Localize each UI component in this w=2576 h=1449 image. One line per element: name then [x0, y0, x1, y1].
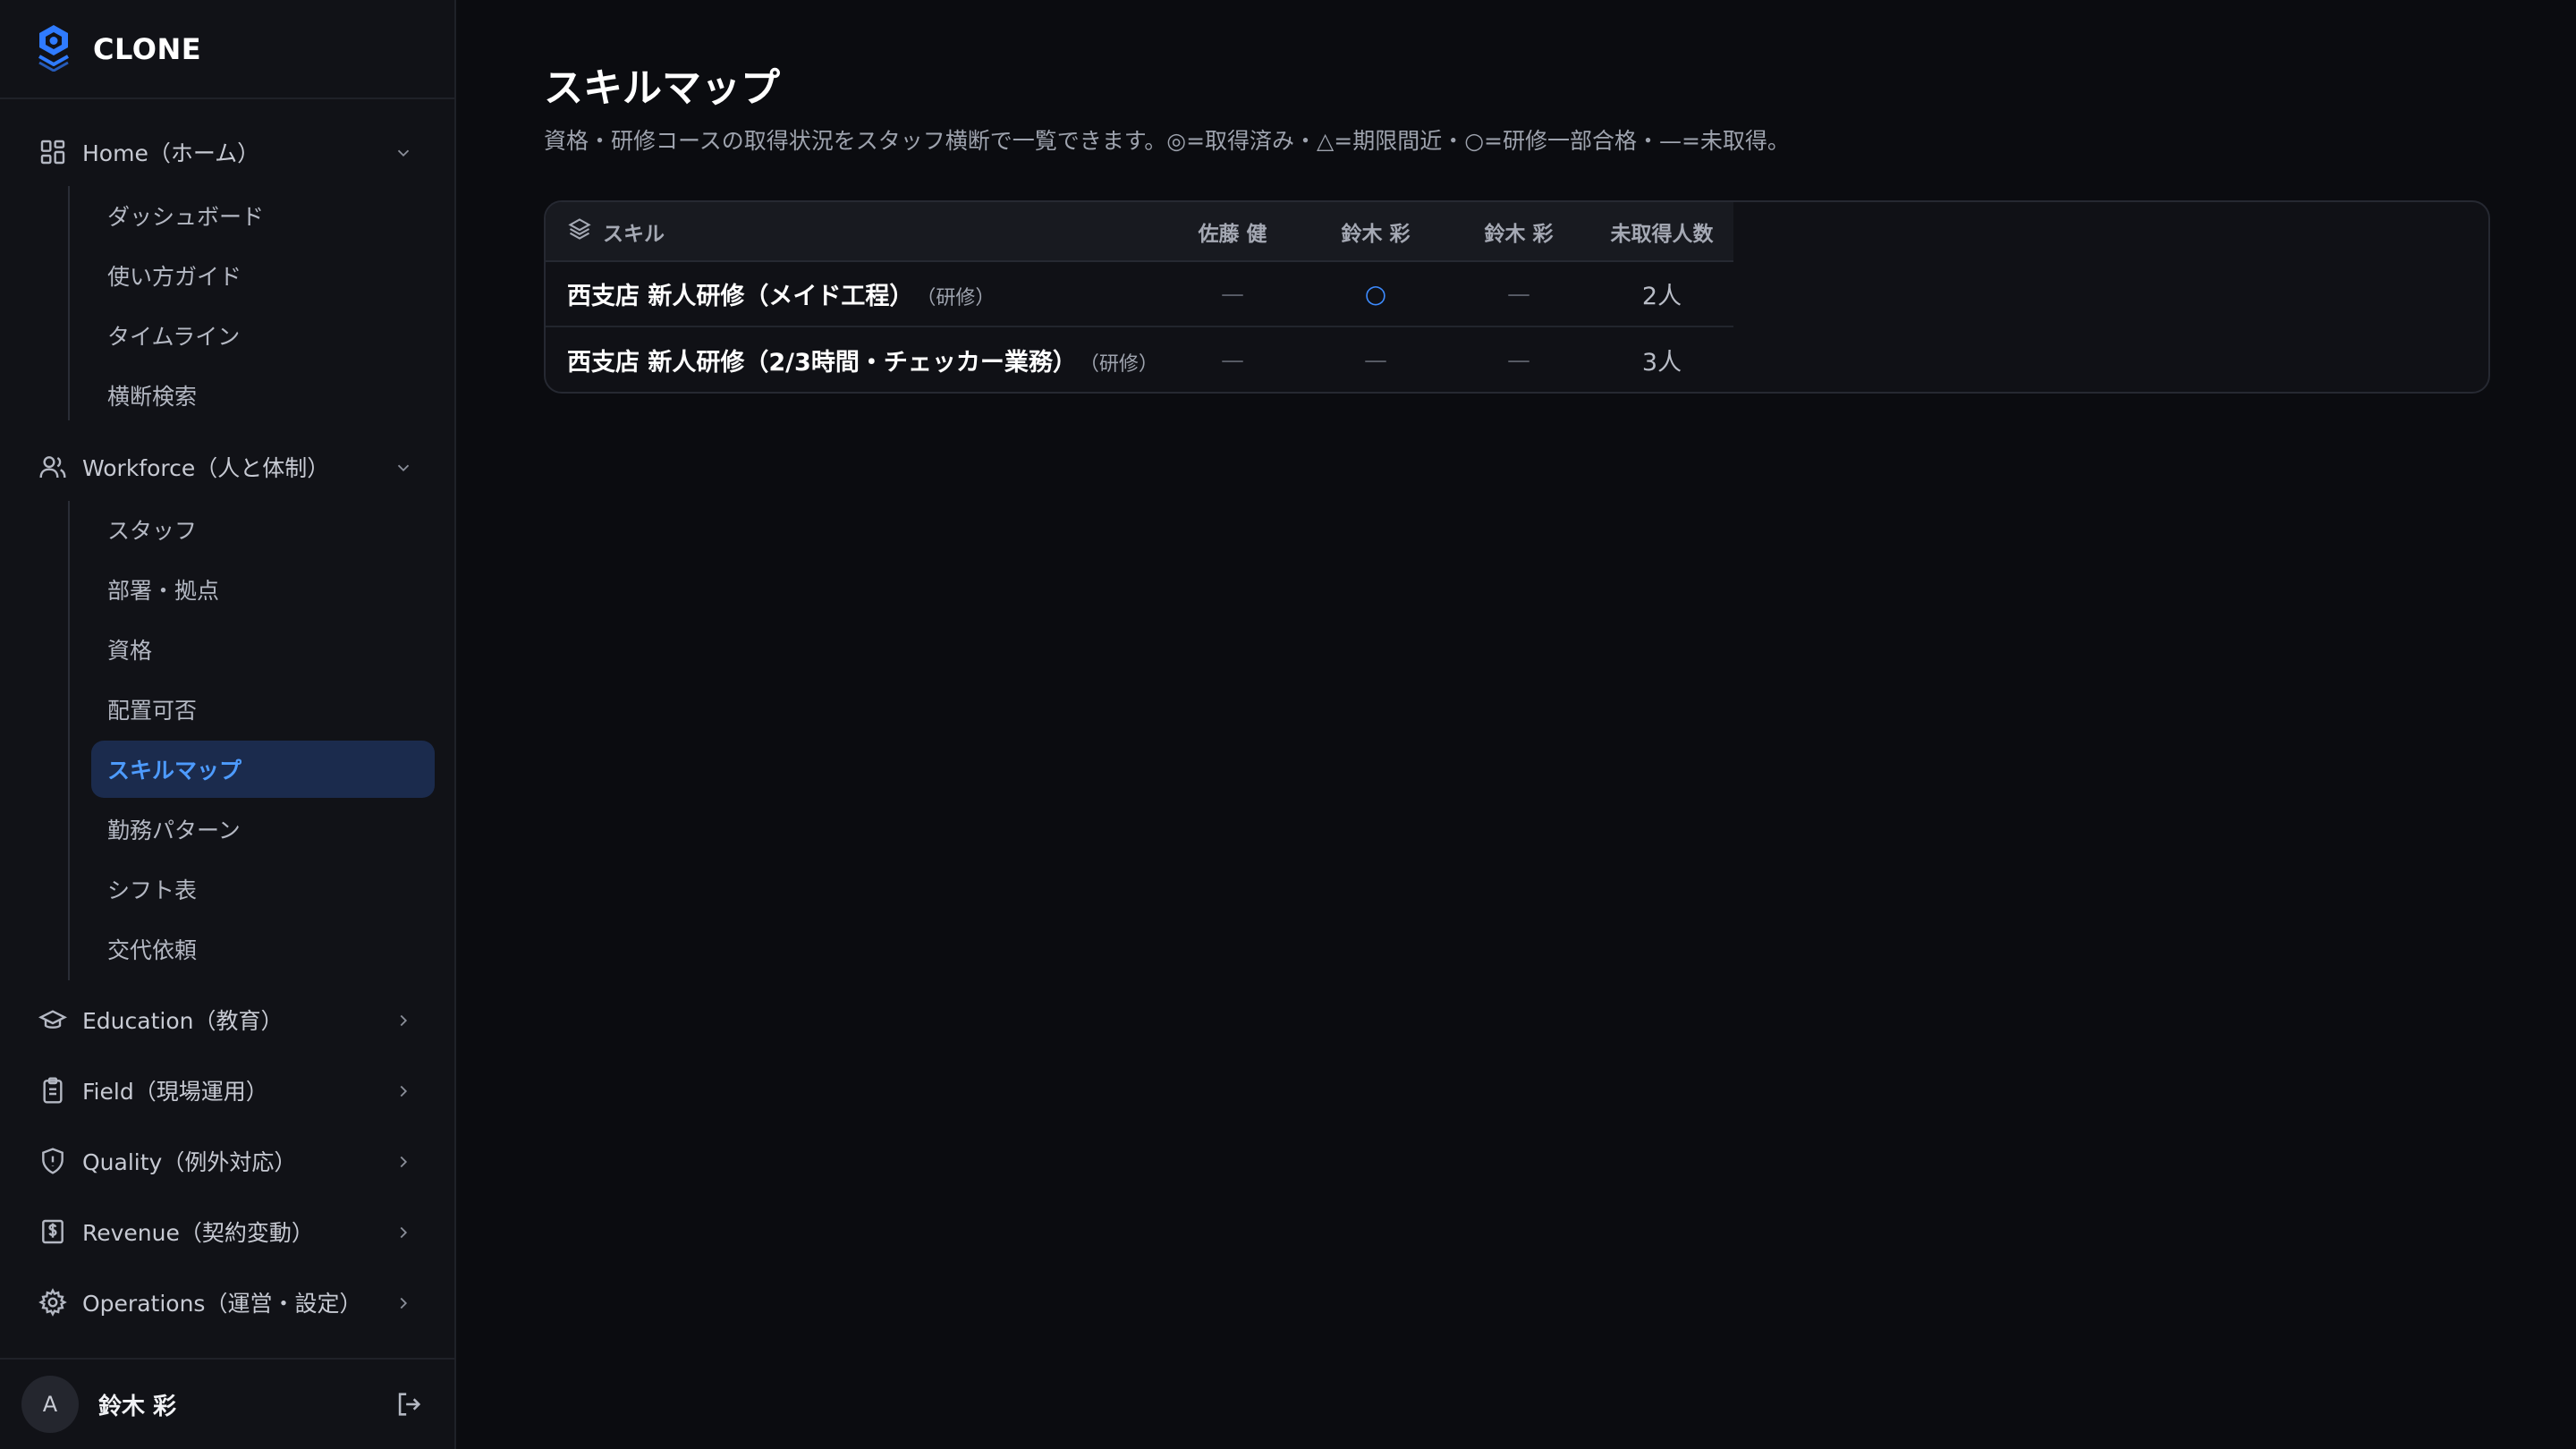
- status-cell: —: [1304, 326, 1447, 392]
- sidebar-item-shift-table[interactable]: シフト表: [91, 860, 435, 918]
- sidebar-item-work-patterns[interactable]: 勤務パターン: [91, 801, 435, 858]
- nav-group-label: Operations（運営・設定）: [82, 1291, 362, 1317]
- status-cell: —: [1221, 281, 1244, 308]
- sidebar-item-timeline[interactable]: タイムライン: [91, 307, 435, 364]
- shield-icon: [38, 1146, 68, 1176]
- avatar[interactable]: A: [21, 1376, 79, 1433]
- sidebar-item-dashboard[interactable]: ダッシュボード: [91, 187, 435, 244]
- skill-cell: 西支店 新人研修（2/3時間・チェッカー業務） （研修）: [546, 326, 1161, 392]
- table-row[interactable]: 西支店 新人研修（メイド工程） （研修） — ○ — 2人: [546, 261, 1733, 326]
- column-header-staff: 鈴木 彩: [1447, 202, 1590, 262]
- table-row[interactable]: 西支店 新人研修（2/3時間・チェッカー業務） （研修） — — — 3人: [546, 326, 1733, 392]
- user-footer: A 鈴木 彩: [0, 1358, 456, 1449]
- nav-group-label: Home（ホーム）: [82, 140, 260, 166]
- sidebar-item-skillmap[interactable]: スキルマップ: [91, 741, 435, 798]
- sidebar: CLONE Home（ホーム） ダッシュボード 使い方ガイド タイムライン 横断…: [0, 0, 456, 1449]
- chevron-right-icon: [394, 1080, 413, 1100]
- main-content: スキルマップ 資格・研修コースの取得状況をスタッフ横断で一覧できます。◎=取得済…: [456, 0, 2576, 1449]
- nav-group-quality[interactable]: Quality（例外対応）: [0, 1134, 456, 1188]
- nav-group-label: Workforce（人と体制）: [82, 455, 330, 481]
- nav-group-label: Quality（例外対応）: [82, 1149, 297, 1175]
- brand[interactable]: CLONE: [0, 0, 454, 99]
- gear-icon: [38, 1287, 68, 1318]
- chevron-right-icon: [394, 1222, 413, 1241]
- sidebar-item-qualifications[interactable]: 資格: [91, 621, 435, 678]
- brand-name: CLONE: [93, 31, 202, 66]
- chevron-down-icon: [394, 457, 413, 477]
- logout-icon[interactable]: [394, 1389, 424, 1419]
- chevron-down-icon: [394, 142, 413, 162]
- nav-subline: [68, 501, 70, 980]
- skill-map-table-card: スキル 佐藤 健 鈴木 彩 鈴木 彩 未取得人数 西支店 新人研修（メイド工程）…: [544, 200, 2490, 394]
- skill-map-table: スキル 佐藤 健 鈴木 彩 鈴木 彩 未取得人数 西支店 新人研修（メイド工程）…: [546, 202, 1733, 392]
- nav-subline: [68, 186, 70, 420]
- nav-group-home[interactable]: Home（ホーム）: [0, 125, 456, 179]
- table-header-row: スキル 佐藤 健 鈴木 彩 鈴木 彩 未取得人数: [546, 202, 1733, 262]
- skill-tag: （研修）: [926, 287, 996, 309]
- sidebar-item-guide[interactable]: 使い方ガイド: [91, 247, 435, 304]
- skill-name: 西支店 新人研修（メイド工程）: [567, 283, 914, 310]
- nav-group-label: Field（現場運用）: [82, 1079, 268, 1105]
- layers-icon: [567, 216, 603, 247]
- column-header-missing-count: 未取得人数: [1590, 202, 1733, 262]
- nav-group-workforce[interactable]: Workforce（人と体制）: [0, 440, 456, 494]
- sidebar-item-swap-requests[interactable]: 交代依頼: [91, 920, 435, 978]
- grid-icon: [38, 137, 68, 167]
- sidebar-item-assignability[interactable]: 配置可否: [91, 681, 435, 738]
- receipt-dollar-icon: [38, 1216, 68, 1247]
- chevron-right-icon: [394, 1292, 413, 1312]
- status-cell: —: [1507, 281, 1530, 308]
- nav-group-field[interactable]: Field（現場運用）: [0, 1063, 456, 1117]
- sidebar-item-departments[interactable]: 部署・拠点: [91, 561, 435, 618]
- status-cell: ○: [1364, 279, 1387, 309]
- column-header-staff: 佐藤 健: [1161, 202, 1304, 262]
- graduation-cap-icon: [38, 1004, 68, 1035]
- status-cell: —: [1161, 326, 1304, 392]
- page-title: スキルマップ: [544, 65, 780, 111]
- missing-count-cell: 3人: [1590, 326, 1733, 392]
- users-icon: [38, 452, 68, 482]
- skill-tag: （研修）: [1089, 352, 1158, 376]
- nav-group-revenue[interactable]: Revenue（契約変動）: [0, 1205, 456, 1258]
- user-name: 鈴木 彩: [98, 1393, 177, 1420]
- chevron-right-icon: [394, 1010, 413, 1030]
- page-description: 資格・研修コースの取得状況をスタッフ横断で一覧できます。◎=取得済み・△=期限間…: [544, 128, 1790, 154]
- column-header-staff: 鈴木 彩: [1304, 202, 1447, 262]
- chevron-right-icon: [394, 1151, 413, 1171]
- sidebar-item-staff[interactable]: スタッフ: [91, 501, 435, 558]
- skill-name: 西支店 新人研修（2/3時間・チェッカー業務）: [567, 348, 1077, 377]
- missing-count-cell: 2人: [1641, 283, 1682, 310]
- nav-group-label: Revenue（契約変動）: [82, 1220, 314, 1246]
- skill-cell: 西支店 新人研修（メイド工程） （研修）: [546, 261, 1161, 326]
- nav-group-education[interactable]: Education（教育）: [0, 993, 456, 1046]
- column-header-skill: スキル: [546, 202, 1161, 262]
- status-cell: —: [1447, 326, 1590, 392]
- clipboard-icon: [38, 1075, 68, 1106]
- nav-group-operations[interactable]: Operations（運営・設定）: [0, 1275, 456, 1329]
- nav-group-label: Education（教育）: [82, 1008, 284, 1034]
- sidebar-item-search[interactable]: 横断検索: [91, 367, 435, 424]
- logo-icon: [36, 23, 93, 75]
